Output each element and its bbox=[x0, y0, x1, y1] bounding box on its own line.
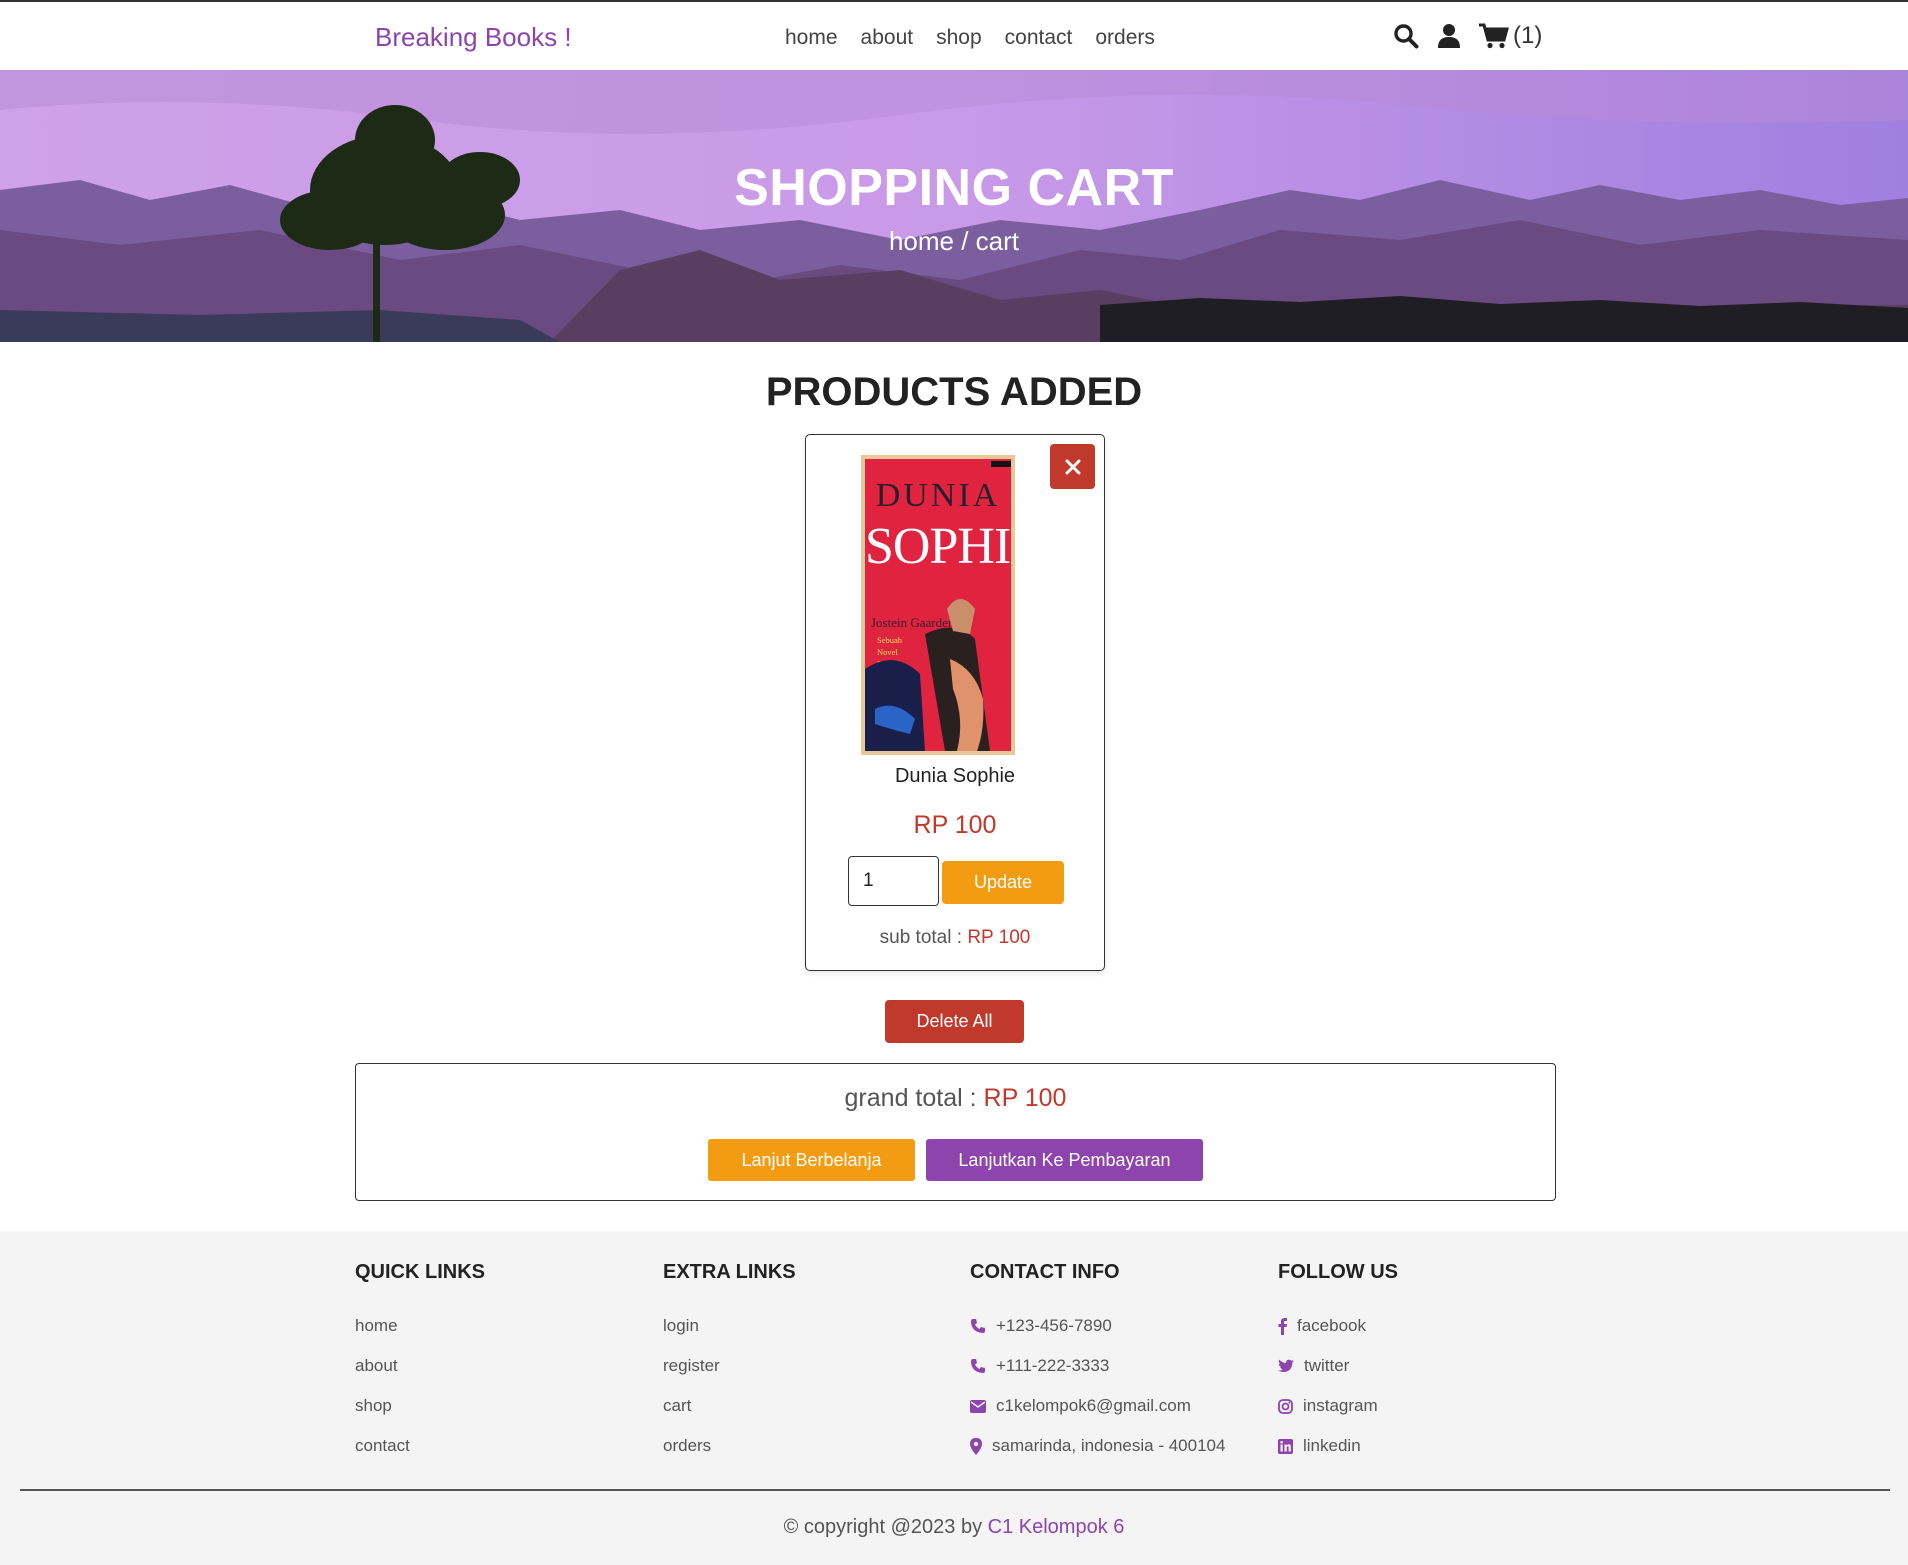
footer-link-cart[interactable]: cart bbox=[663, 1386, 796, 1426]
phone-icon bbox=[971, 1359, 985, 1373]
cart-count: (1) bbox=[1513, 22, 1543, 49]
contact-address: samarinda, indonesia - 400104 bbox=[970, 1426, 1225, 1466]
footer-link-login[interactable]: login bbox=[663, 1306, 796, 1346]
linkedin-icon bbox=[1278, 1438, 1293, 1454]
contact-phone-2[interactable]: +111-222-3333 bbox=[970, 1346, 1225, 1386]
nav-home[interactable]: home bbox=[785, 26, 838, 50]
envelope-icon bbox=[970, 1399, 986, 1413]
footer: QUICK LINKS home about shop contact EXTR… bbox=[0, 1231, 1908, 1565]
quick-links: QUICK LINKS home about shop contact bbox=[355, 1261, 485, 1466]
social-facebook[interactable]: facebook bbox=[1278, 1306, 1398, 1346]
subtotal-label: sub total : bbox=[879, 927, 968, 948]
header: Breaking Books ! home about shop contact… bbox=[0, 2, 1908, 70]
footer-link-about[interactable]: about bbox=[355, 1346, 485, 1386]
extra-links-title: EXTRA LINKS bbox=[663, 1261, 796, 1283]
phone-icon bbox=[971, 1319, 985, 1333]
close-icon bbox=[1065, 459, 1080, 474]
footer-link-contact[interactable]: contact bbox=[355, 1426, 485, 1466]
subtotal-value: RP 100 bbox=[967, 927, 1031, 948]
contact-phone-1[interactable]: +123-456-7890 bbox=[970, 1306, 1225, 1346]
footer-link-home[interactable]: home bbox=[355, 1306, 485, 1346]
follow-us-title: FOLLOW US bbox=[1278, 1261, 1398, 1283]
delete-all-button[interactable]: Delete All bbox=[885, 1000, 1024, 1043]
logo[interactable]: Breaking Books ! bbox=[375, 22, 572, 53]
social-instagram[interactable]: instagram bbox=[1278, 1386, 1398, 1426]
grand-total-label: grand total : bbox=[844, 1084, 984, 1112]
remove-item-button[interactable] bbox=[1050, 444, 1095, 489]
grand-total-value: RP 100 bbox=[983, 1084, 1067, 1112]
subtotal: sub total : RP 100 bbox=[806, 927, 1104, 949]
continue-shopping-button[interactable]: Lanjut Berbelanja bbox=[708, 1139, 915, 1181]
grand-total: grand total : RP 100 bbox=[356, 1084, 1555, 1113]
copyright: © copyright @2023 by C1 Kelompok 6 bbox=[0, 1516, 1908, 1539]
twitter-icon bbox=[1278, 1359, 1294, 1372]
footer-divider bbox=[20, 1489, 1890, 1491]
search-icon[interactable] bbox=[1393, 23, 1419, 49]
copyright-author[interactable]: C1 Kelompok 6 bbox=[988, 1516, 1125, 1538]
footer-link-register[interactable]: register bbox=[663, 1346, 796, 1386]
breadcrumb: home / cart bbox=[888, 226, 1020, 256]
update-button[interactable]: Update bbox=[942, 861, 1064, 904]
facebook-icon bbox=[1278, 1317, 1287, 1335]
social-linkedin[interactable]: linkedin bbox=[1278, 1426, 1398, 1466]
nav-about[interactable]: about bbox=[861, 26, 914, 50]
hero-banner: SHOPPING CART home / cart bbox=[0, 70, 1908, 342]
cart-link[interactable]: (1) bbox=[1479, 22, 1542, 50]
quantity-input[interactable] bbox=[848, 856, 939, 906]
nav-shop[interactable]: shop bbox=[936, 26, 982, 50]
user-icon[interactable] bbox=[1437, 23, 1461, 49]
products-title: PRODUCTS ADDED bbox=[765, 370, 1143, 414]
follow-us: FOLLOW US facebook twitter instagram lin… bbox=[1278, 1261, 1398, 1466]
social-twitter[interactable]: twitter bbox=[1278, 1346, 1398, 1386]
footer-link-shop[interactable]: shop bbox=[355, 1386, 485, 1426]
product-name: Dunia Sophie bbox=[894, 765, 1016, 787]
extra-links: EXTRA LINKS login register cart orders bbox=[663, 1261, 796, 1466]
nav-contact[interactable]: contact bbox=[1005, 26, 1073, 50]
contact-info: CONTACT INFO +123-456-7890 +111-222-3333… bbox=[970, 1261, 1225, 1466]
copyright-prefix: © copyright @2023 by bbox=[783, 1516, 988, 1538]
cover-illustration bbox=[865, 599, 990, 751]
contact-info-title: CONTACT INFO bbox=[970, 1261, 1120, 1283]
footer-link-orders[interactable]: orders bbox=[663, 1426, 796, 1466]
page-title: SHOPPING CART bbox=[734, 159, 1174, 217]
product-price: RP 100 bbox=[913, 811, 997, 839]
checkout-button[interactable]: Lanjutkan Ke Pembayaran bbox=[926, 1139, 1203, 1181]
nav-orders[interactable]: orders bbox=[1095, 26, 1155, 50]
contact-email[interactable]: c1kelompok6@gmail.com bbox=[970, 1386, 1225, 1426]
cart-item-card: DUNIA SOPHIE Jostein Gaarder Sebuah Nove… bbox=[805, 434, 1105, 971]
main-nav: home about shop contact orders bbox=[785, 26, 1155, 50]
quick-links-title: QUICK LINKS bbox=[355, 1261, 485, 1283]
instagram-icon bbox=[1278, 1398, 1293, 1414]
book-cover: DUNIA SOPHIE Jostein Gaarder Sebuah Nove… bbox=[861, 455, 1015, 755]
header-icons: (1) bbox=[1393, 22, 1542, 50]
cart-total-box: grand total : RP 100 Lanjut Berbelanja L… bbox=[355, 1063, 1556, 1201]
cart-icon bbox=[1479, 23, 1509, 49]
map-marker-icon bbox=[970, 1437, 982, 1455]
